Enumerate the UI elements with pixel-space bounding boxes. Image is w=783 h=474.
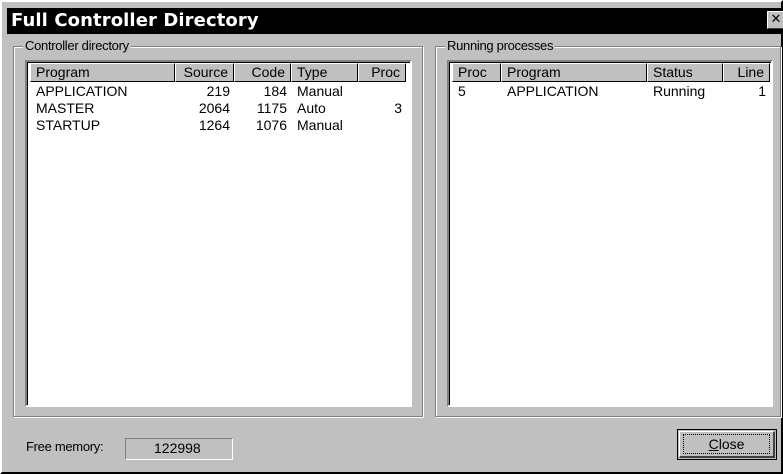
dialog-window: Full Controller Directory ✕ Controller d… [0,0,783,474]
free-memory-label: Free memory: [26,439,104,454]
controller-directory-list[interactable]: Program Source Code Type Proc APPLICATIO… [25,60,412,407]
close-button[interactable]: Close [677,429,777,460]
close-label-rest: lose [718,436,745,452]
controller-directory-label: Controller directory [23,38,131,54]
controller-directory-rows: APPLICATION 219 184 Manual MASTER 2064 1… [31,83,407,134]
title-bar[interactable]: Full Controller Directory ✕ [7,8,783,34]
column-header-program[interactable]: Program [501,63,647,82]
type-cell: Manual [297,83,343,99]
table-row[interactable]: 5 APPLICATION Running 1 [453,83,771,100]
column-header-program[interactable]: Program [30,63,175,82]
close-mnemonic: C [708,436,719,452]
window-title: Full Controller Directory [11,10,259,31]
table-row[interactable]: APPLICATION 219 184 Manual [31,83,407,100]
column-header-type[interactable]: Type [291,63,358,82]
column-header-line[interactable]: Line [723,63,770,82]
type-cell: Auto [297,100,326,116]
table-row[interactable]: STARTUP 1264 1076 Manual [31,117,407,134]
code-cell: 184 [263,83,287,99]
type-cell: Manual [297,117,343,133]
column-header-code[interactable]: Code [234,63,291,82]
code-cell: 1076 [255,117,287,133]
controller-directory-group: Controller directory Program Source Code… [13,38,423,417]
close-button-label: Close [683,434,770,454]
program-cell: MASTER [36,100,95,116]
free-memory-value: 122998 [125,438,233,460]
close-icon[interactable]: ✕ [767,11,783,29]
running-processes-list[interactable]: Proc Program Status Line 5 APPLICATION R… [447,60,773,407]
code-cell: 1175 [256,100,287,116]
program-cell: APPLICATION [36,83,128,99]
column-header-status[interactable]: Status [647,63,723,82]
proc-cell [359,117,407,134]
running-processes-group: Running processes Proc Program Status Li… [435,38,781,417]
column-header-proc[interactable]: Proc [358,63,406,82]
source-cell: 219 [206,83,230,99]
column-header-proc[interactable]: Proc [452,63,501,82]
source-cell: 2064 [198,100,230,116]
proc-cell: 3 [394,100,402,116]
table-row[interactable]: MASTER 2064 1175 Auto 3 [31,100,407,117]
column-header-source[interactable]: Source [175,63,234,82]
line-cell: 1 [758,83,766,99]
program-cell: STARTUP [36,117,101,133]
source-cell: 1264 [198,117,230,133]
proc-cell [359,83,407,100]
program-cell: APPLICATION [507,83,599,99]
running-processes-label: Running processes [445,38,556,54]
running-processes-header: Proc Program Status Line [452,63,770,82]
proc-cell: 5 [458,83,466,99]
status-cell: Running [653,83,706,99]
controller-directory-header: Program Source Code Type Proc [30,63,406,82]
running-processes-rows: 5 APPLICATION Running 1 [453,83,771,100]
